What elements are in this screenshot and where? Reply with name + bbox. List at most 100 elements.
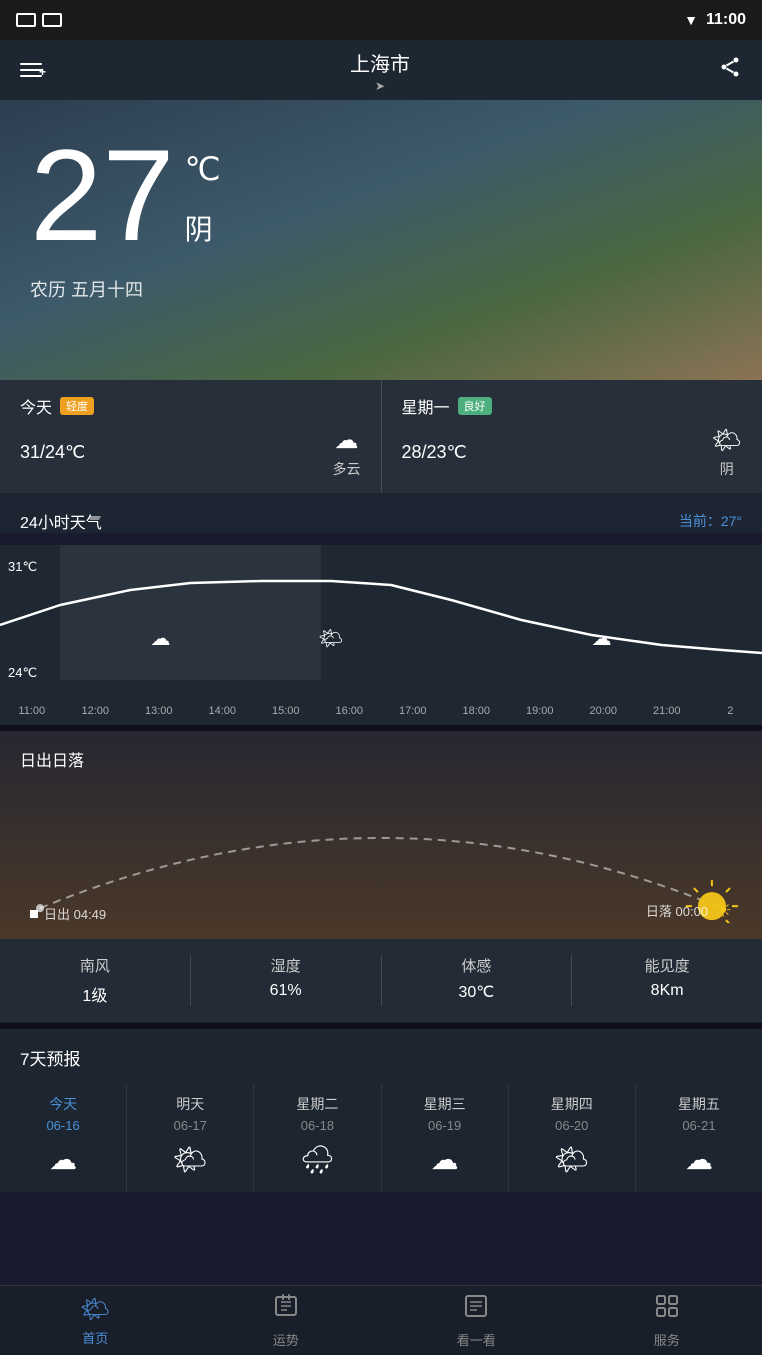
sunrise-label: 日出 04:49 xyxy=(44,904,106,923)
services-icon xyxy=(654,1293,680,1326)
forecast-day-5[interactable]: 星期五 06-21 ☁ xyxy=(636,1084,762,1192)
time-1100: 11:00 xyxy=(0,705,64,717)
humidity-value: 61% xyxy=(270,982,302,1000)
feels-like-value: 30℃ xyxy=(458,982,494,1002)
sunrise-section: 日出日落 日出 04:49 日落 00:00 ☀ xyxy=(0,731,762,939)
feels-like-label: 体感 xyxy=(461,955,491,976)
share-button[interactable] xyxy=(718,55,742,85)
day-name-3: 星期三 xyxy=(424,1094,466,1114)
24h-current: 当前：27° xyxy=(679,511,742,531)
status-icons xyxy=(16,13,62,27)
tomorrow-icon-label: 🌤 阴 xyxy=(712,426,742,479)
time-2000: 20:00 xyxy=(572,705,636,717)
forecast-day-2[interactable]: 星期二 06-18 🌧 xyxy=(254,1084,381,1192)
time-2100: 21:00 xyxy=(635,705,699,717)
stat-humidity: 湿度 61% xyxy=(191,955,382,1006)
news-icon xyxy=(463,1293,489,1326)
nav-services[interactable]: 服务 xyxy=(572,1286,762,1355)
forecast-day-1[interactable]: 明天 06-17 🌤 xyxy=(127,1084,254,1192)
news-label: 看一看 xyxy=(457,1330,496,1349)
forecast-title: 7天预报 xyxy=(0,1045,762,1084)
time-1800: 18:00 xyxy=(445,705,509,717)
day-icon-0: ☁ xyxy=(49,1143,77,1176)
tomorrow-weather-text: 阴 xyxy=(720,459,734,479)
sun-icon: ☀ xyxy=(714,898,732,923)
day-icon-5: ☁ xyxy=(685,1143,713,1176)
24h-title: 24小时天气 xyxy=(20,509,102,533)
day-name-5: 星期五 xyxy=(678,1094,720,1114)
tomorrow-temp: 28/23℃ xyxy=(402,442,467,463)
time-1300: 13:00 xyxy=(127,705,191,717)
wind-value: 1级 xyxy=(82,982,107,1006)
stat-visibility: 能见度 8Km xyxy=(572,955,762,1006)
sunset-label: 日落 00:00 xyxy=(646,901,708,920)
day-date-5: 06-21 xyxy=(682,1118,715,1133)
temperature: 27 xyxy=(30,130,175,260)
day-date-1: 06-17 xyxy=(174,1118,207,1133)
temperature-row: 27 ℃ 阴 xyxy=(30,130,732,260)
forecast-day-4[interactable]: 星期四 06-20 🌤 xyxy=(509,1084,636,1192)
menu-button[interactable]: + xyxy=(20,63,42,77)
svg-text:☁: ☁ xyxy=(150,628,170,650)
day-icon-3: ☁ xyxy=(431,1143,459,1176)
nav-news[interactable]: 看一看 xyxy=(381,1286,572,1355)
today-temp: 31/24℃ xyxy=(20,442,85,463)
day-name-2: 星期二 xyxy=(296,1094,338,1114)
nav-fortune[interactable]: 运势 xyxy=(191,1286,382,1355)
today-card[interactable]: 今天 轻度 31/24℃ ☁ 多云 xyxy=(0,380,382,493)
tomorrow-header: 星期一 良好 xyxy=(402,394,743,418)
day-icon-1: 🌤 xyxy=(172,1143,208,1176)
hourly-chart[interactable]: 31℃ 24℃ ☁ 🌤 ☁ 11:00 12:00 13:00 14:00 15… xyxy=(0,545,762,725)
temp-chart-svg: ☁ 🌤 ☁ xyxy=(0,545,762,680)
visibility-value: 8Km xyxy=(651,982,684,1000)
today-icon-label: ☁ 多云 xyxy=(333,426,361,479)
tomorrow-label: 星期一 xyxy=(402,394,450,418)
home-icon: 🌤 xyxy=(80,1295,110,1324)
location-icon: ➤ xyxy=(375,79,385,93)
home-label: 首页 xyxy=(82,1328,108,1347)
time-1500: 15:00 xyxy=(254,705,318,717)
day-name-1: 明天 xyxy=(176,1094,204,1114)
day-name-0: 今天 xyxy=(49,1094,77,1114)
menu-plus-icon: + xyxy=(39,65,46,79)
time-1200: 12:00 xyxy=(64,705,128,717)
wifi-icon: ▼ xyxy=(684,12,698,28)
day-date-4: 06-20 xyxy=(555,1118,588,1133)
forecast-days: 今天 06-16 ☁ 明天 06-17 🌤 星期二 06-18 🌧 星期三 06… xyxy=(0,1084,762,1192)
sunrise-title: 日出日落 xyxy=(20,747,742,771)
fortune-icon xyxy=(273,1293,299,1326)
city-display[interactable]: 上海市 ➤ xyxy=(350,48,410,93)
day-icon-2: 🌧 xyxy=(300,1143,336,1176)
svg-text:☁: ☁ xyxy=(592,628,612,650)
temp-unit: ℃ xyxy=(185,150,221,188)
battery-icon xyxy=(16,13,36,27)
services-label: 服务 xyxy=(654,1330,680,1349)
status-time: 11:00 xyxy=(706,11,746,29)
humidity-label: 湿度 xyxy=(271,955,301,976)
today-weather-text: 多云 xyxy=(333,459,361,479)
forecast-day-3[interactable]: 星期三 06-19 ☁ xyxy=(382,1084,509,1192)
today-header: 今天 轻度 xyxy=(20,394,361,418)
weather-stats: 南风 1级 湿度 61% 体感 30℃ 能见度 8Km xyxy=(0,939,762,1023)
bottom-nav: 🌤 首页 运势 看一看 xyxy=(0,1285,762,1355)
time-next: 2 xyxy=(699,705,762,717)
tomorrow-bottom: 28/23℃ 🌤 阴 xyxy=(402,426,743,479)
weather-condition: 阴 xyxy=(185,208,221,248)
stat-feels-like: 体感 30℃ xyxy=(382,955,573,1006)
sunrise-time: 日出 04:49 xyxy=(30,904,106,923)
svg-text:🌤: 🌤 xyxy=(318,628,343,650)
fortune-label: 运势 xyxy=(273,1330,299,1349)
forecast-section: 7天预报 今天 06-16 ☁ 明天 06-17 🌤 星期二 06-18 🌧 星… xyxy=(0,1029,762,1192)
stat-wind: 南风 1级 xyxy=(0,955,191,1006)
time-1400: 14:00 xyxy=(191,705,255,717)
day-icon-4: 🌤 xyxy=(554,1143,590,1176)
wind-label: 南风 xyxy=(80,955,110,976)
time-labels: 11:00 12:00 13:00 14:00 15:00 16:00 17:0… xyxy=(0,705,762,725)
tomorrow-card[interactable]: 星期一 良好 28/23℃ 🌤 阴 xyxy=(382,380,762,493)
today-bottom: 31/24℃ ☁ 多云 xyxy=(20,426,361,479)
sunrise-arc: 日出 04:49 日落 00:00 ☀ xyxy=(20,783,742,923)
visibility-label: 能见度 xyxy=(645,955,690,976)
time-1700: 17:00 xyxy=(381,705,445,717)
nav-home[interactable]: 🌤 首页 xyxy=(0,1286,191,1355)
forecast-day-today[interactable]: 今天 06-16 ☁ xyxy=(0,1084,127,1192)
